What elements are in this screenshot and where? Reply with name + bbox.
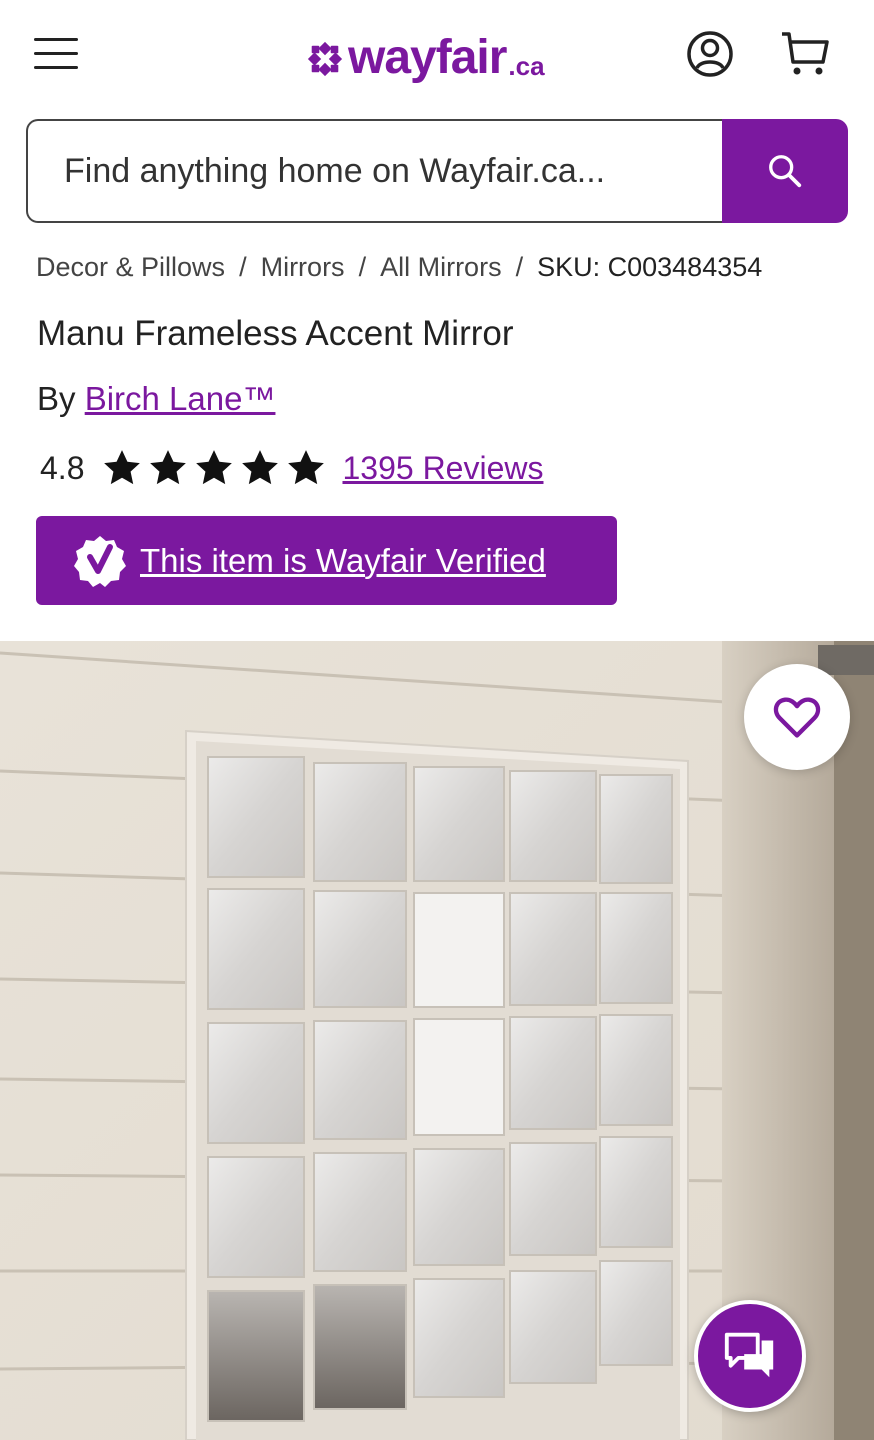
star-icon — [104, 450, 141, 485]
reviews-link[interactable]: 1395 Reviews — [342, 450, 543, 487]
star-icon — [242, 450, 279, 485]
wayfair-verified-button[interactable]: This item is Wayfair Verified — [36, 516, 617, 605]
search-bar — [26, 119, 848, 227]
heart-icon — [773, 697, 821, 738]
favorite-button[interactable] — [744, 664, 850, 770]
product-title: Manu Frameless Accent Mirror — [37, 314, 514, 353]
breadcrumb-mirrors[interactable]: Mirrors — [261, 252, 345, 282]
cart-button[interactable] — [780, 30, 830, 78]
cart-icon — [782, 32, 829, 75]
chat-button[interactable] — [694, 1300, 806, 1412]
wayfair-logo-icon — [307, 41, 343, 77]
verified-label: This item is Wayfair Verified — [140, 541, 546, 579]
account-icon — [687, 31, 733, 77]
logo-word: wayfair — [348, 31, 507, 84]
breadcrumb-all-mirrors[interactable]: All Mirrors — [380, 252, 502, 282]
breadcrumb: Decor & Pillows / Mirrors / All Mirrors / SKU:… — [36, 252, 762, 283]
wayfair-logo[interactable]: wayfair .ca — [306, 26, 545, 86]
star-icon — [196, 450, 233, 485]
verified-badge-icon — [74, 535, 126, 587]
by-prefix: By — [37, 380, 76, 417]
search-input[interactable] — [26, 119, 722, 223]
star-icon — [150, 450, 187, 485]
hamburger-menu-icon — [34, 38, 78, 41]
product-rating: 4.8 1395 Reviews — [40, 446, 543, 490]
rating-stars — [100, 447, 328, 489]
breadcrumb-decor-pillows[interactable]: Decor & Pillows — [36, 252, 225, 282]
breadcrumb-sku: SKU: C003484354 — [537, 252, 763, 282]
chat-icon — [724, 1332, 774, 1378]
star-icon — [288, 450, 325, 485]
brand-link[interactable]: Birch Lane™ — [85, 380, 276, 417]
brand-byline: By Birch Lane™ — [37, 380, 275, 418]
breadcrumb-separator: / — [515, 252, 524, 282]
logo-tld: .ca — [508, 51, 545, 81]
menu-button[interactable] — [34, 38, 78, 70]
search-button[interactable] — [722, 119, 848, 223]
search-icon — [769, 155, 802, 188]
breadcrumb-separator: / — [358, 252, 367, 282]
breadcrumb-separator: / — [239, 252, 247, 282]
header: wayfair .ca — [0, 0, 874, 110]
rating-score: 4.8 — [40, 449, 85, 486]
account-button[interactable] — [686, 30, 734, 78]
